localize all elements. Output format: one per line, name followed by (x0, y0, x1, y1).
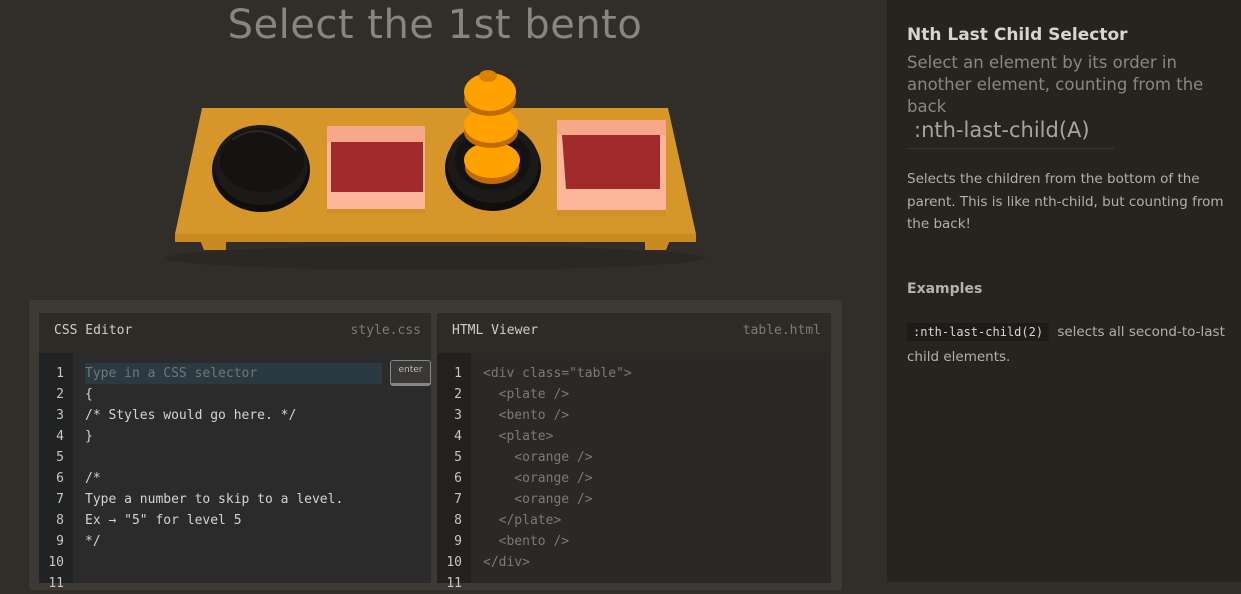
css-selector-input[interactable] (85, 363, 382, 384)
css-editor-body: 1 2 3 4 5 6 7 8 9 10 11 { /* Styles woul… (39, 353, 431, 591)
table-front (175, 234, 696, 242)
line-number: 11 (48, 576, 64, 591)
example-item: :nth-last-child(2) selects all second-to… (907, 320, 1237, 370)
line-number: 11 (446, 576, 462, 591)
html-code: <div class="table"> <plate /> <bento /> … (483, 363, 831, 573)
css-code: { /* Styles would go here. */ } /* Type … (85, 363, 431, 552)
markup-line[interactable]: <div class="table"> (483, 363, 831, 384)
selector-description: Selects the children from the bottom of … (907, 171, 1224, 232)
html-viewer-title: HTML Viewer (452, 323, 539, 338)
bento (327, 126, 425, 214)
line-number: 9 (454, 534, 462, 549)
html-line-numbers: 1 2 3 4 5 6 7 8 9 10 11 (437, 353, 471, 591)
line-number: 1 (454, 366, 462, 381)
html-viewer-header: HTML Viewer table.html (437, 313, 831, 353)
code-line: Ex → "5" for level 5 (85, 513, 242, 528)
css-editor-filename: style.css (350, 323, 421, 338)
line-number: 6 (56, 471, 64, 486)
markup-line[interactable]: </plate> (483, 510, 831, 531)
enter-button[interactable]: enter (390, 360, 431, 386)
line-number: 2 (454, 387, 462, 402)
html-viewer-body: 1 2 3 4 5 6 7 8 9 10 11 <div class="tabl… (437, 353, 831, 591)
selector-summary: Select an element by its order in anothe… (907, 53, 1204, 116)
line-number: 8 (56, 513, 64, 528)
markup-line[interactable]: <orange /> (483, 468, 831, 489)
html-viewer-filename: table.html (742, 323, 821, 338)
line-number: 3 (56, 408, 64, 423)
code-line: Type a number to skip to a level. (85, 492, 344, 507)
line-number: 10 (48, 555, 64, 570)
html-viewer: HTML Viewer table.html 1 2 3 4 5 6 7 8 9… (437, 313, 831, 591)
line-number: 7 (56, 492, 64, 507)
css-line-numbers: 1 2 3 4 5 6 7 8 9 10 11 (39, 353, 73, 591)
bento (557, 120, 666, 216)
examples-heading: Examples (907, 281, 983, 297)
line-number: 3 (454, 408, 462, 423)
code-line: } (85, 429, 93, 444)
line-number: 1 (56, 366, 64, 381)
plate (212, 125, 310, 212)
markup-line[interactable]: <orange /> (483, 447, 831, 468)
line-number: 5 (454, 450, 462, 465)
plate-with-oranges (445, 70, 541, 211)
css-editor: CSS Editor style.css 1 2 3 4 5 6 7 8 9 1… (39, 313, 431, 591)
line-number: 10 (446, 555, 462, 570)
line-number: 8 (454, 513, 462, 528)
selector-syntax: :nth-last-child(A) (907, 112, 1114, 149)
line-number: 4 (56, 429, 64, 444)
code-line: /* (85, 471, 101, 486)
line-number: 4 (454, 429, 462, 444)
markup-line[interactable]: <bento /> (483, 531, 831, 552)
markup-line[interactable]: </div> (483, 552, 831, 573)
table-scene (0, 0, 887, 300)
code-line: */ (85, 534, 101, 549)
markup-line[interactable]: <plate> (483, 426, 831, 447)
line-number: 9 (56, 534, 64, 549)
selector-name: Nth Last Child Selector (907, 25, 1128, 45)
markup-line[interactable]: <bento /> (483, 405, 831, 426)
line-number: 5 (56, 450, 64, 465)
game-area: Select the 1st bento CSS Editor style.cs… (0, 0, 887, 591)
markup-line[interactable]: <plate /> (483, 384, 831, 405)
line-number: 2 (56, 387, 64, 402)
markup-line[interactable]: <orange /> (483, 489, 831, 510)
css-editor-header: CSS Editor style.css (39, 313, 431, 353)
line-number: 6 (454, 471, 462, 486)
css-editor-title: CSS Editor (54, 323, 133, 338)
line-number: 7 (454, 492, 462, 507)
help-sidebar: Nth Last Child Selector Select an elemen… (887, 0, 1241, 582)
example-code: :nth-last-child(2) (907, 323, 1050, 341)
